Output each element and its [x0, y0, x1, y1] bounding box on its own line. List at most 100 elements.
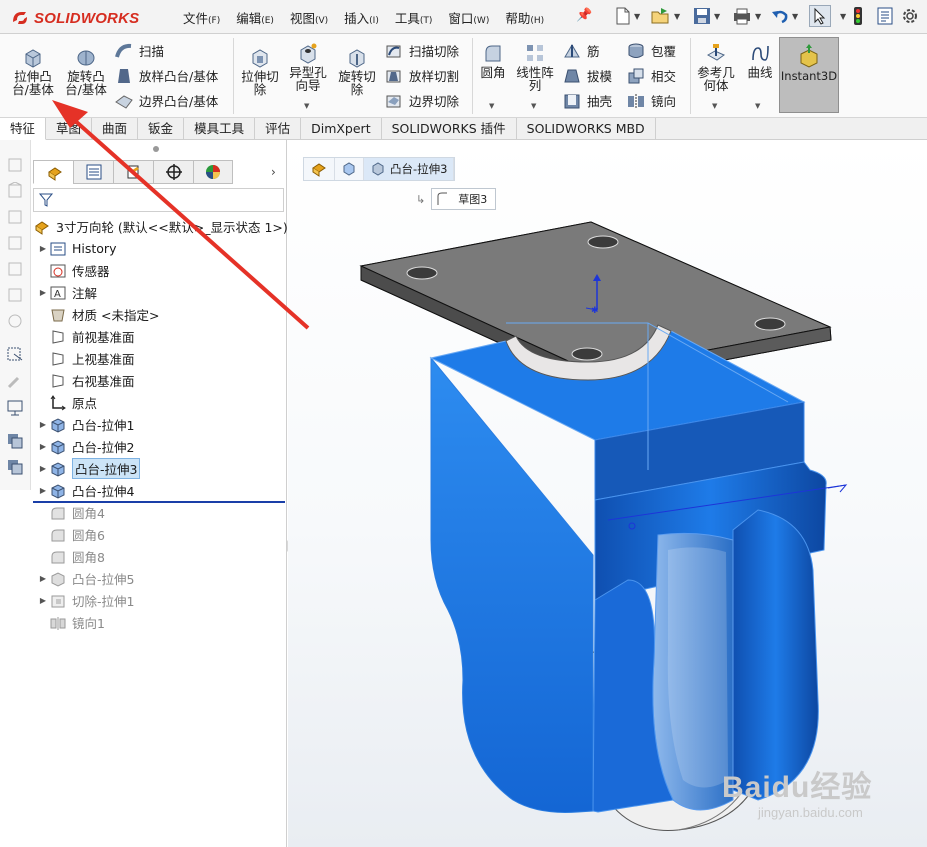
copy-tool-icon[interactable] — [6, 458, 24, 476]
extrude-boss-button[interactable]: 拉伸凸 台/基体 — [6, 46, 60, 96]
panel-grip[interactable] — [153, 146, 159, 152]
new-document-button[interactable]: ▼ — [614, 5, 640, 27]
menu-file[interactable]: 文件(F) — [183, 8, 220, 27]
sweep-button[interactable]: 扫描 — [114, 41, 164, 60]
tab-sheet-metal[interactable]: 钣金 — [138, 118, 185, 140]
save-button[interactable]: ▼ — [692, 5, 720, 27]
tree-filter[interactable] — [33, 188, 284, 212]
expand-arrow-icon[interactable]: ▶ — [37, 288, 49, 297]
options-gear-icon[interactable] — [900, 5, 920, 27]
feature-tree-tab[interactable] — [33, 160, 73, 184]
reference-geometry-dropdown[interactable]: ▼ — [712, 100, 717, 113]
tree-item-boss-extrude5[interactable]: ▶ 凸台-拉伸5 — [37, 568, 134, 589]
select-tool-icon[interactable] — [6, 346, 24, 364]
swept-cut-button[interactable]: 扫描切除 — [384, 41, 459, 60]
part-icon[interactable] — [6, 234, 24, 252]
dimxpert-tab[interactable] — [153, 160, 193, 184]
expand-arrow-icon[interactable]: ▶ — [37, 442, 49, 451]
expand-arrow-icon[interactable]: ▶ — [37, 464, 49, 473]
property-manager-tab[interactable] — [73, 160, 113, 184]
part-icon[interactable] — [6, 208, 24, 226]
tree-item-history[interactable]: ▶ History — [37, 238, 117, 259]
expand-arrow-icon[interactable]: ▶ — [37, 574, 49, 583]
menu-insert[interactable]: 插入(I) — [344, 8, 379, 27]
loft-boss-button[interactable]: 放样凸台/基体 — [114, 66, 218, 85]
display-manager-tab[interactable] — [193, 160, 233, 184]
menu-view[interactable]: 视图(V) — [290, 8, 328, 27]
tree-item-boss-extrude1[interactable]: ▶ 凸台-拉伸1 — [37, 414, 134, 435]
tree-item-mirror1[interactable]: 镜向1 — [37, 612, 105, 633]
solidworks-logo[interactable]: SOLIDWORKS — [10, 7, 139, 29]
rollback-bar[interactable] — [33, 501, 285, 503]
tool-icon[interactable] — [6, 372, 24, 390]
model-viewport[interactable]: ✱ — [288, 140, 927, 847]
tree-item-annotations[interactable]: ▶ A 注解 — [37, 282, 97, 303]
open-button[interactable]: ▼ — [650, 5, 680, 27]
menu-window[interactable]: 窗口(W) — [448, 8, 489, 27]
pin-icon[interactable]: 📌 — [576, 8, 592, 23]
tree-item-cut-extrude1[interactable]: ▶ 切除-拉伸1 — [37, 590, 135, 611]
menu-tools[interactable]: 工具(T) — [395, 8, 433, 27]
tree-item-fillet4[interactable]: 圆角4 — [37, 502, 105, 523]
revolve-boss-button[interactable]: 旋转凸 台/基体 — [60, 46, 112, 96]
tree-item-front-plane[interactable]: 前视基准面 — [37, 326, 135, 347]
menu-help[interactable]: 帮助(H) — [505, 8, 544, 27]
reference-geometry-button[interactable]: 参考几 何体 ▼ — [694, 42, 738, 110]
expand-arrow-icon[interactable]: ▶ — [37, 486, 49, 495]
linear-pattern-button[interactable]: 线性阵 列 ▼ — [512, 42, 558, 110]
rib-button[interactable]: 筋 — [562, 41, 600, 60]
tree-item-fillet6[interactable]: 圆角6 — [37, 524, 105, 545]
expand-arrow-icon[interactable]: ▶ — [37, 244, 49, 253]
tab-features[interactable]: 特征 — [0, 118, 47, 140]
revolve-cut-button[interactable]: 旋转切 除 — [334, 46, 380, 96]
print-button[interactable]: ▼ — [731, 5, 761, 27]
tab-solidworks-addins[interactable]: SOLIDWORKS 插件 — [382, 118, 517, 140]
tree-root[interactable]: 3寸万向轮 (默认<<默认>_显示状态 1>) — [33, 216, 288, 237]
tree-item-sensors[interactable]: 传感器 — [37, 260, 110, 281]
tree-item-material[interactable]: 材质 <未指定> — [37, 304, 159, 325]
instant3d-button[interactable]: Instant3D — [779, 37, 839, 113]
expand-arrow-icon[interactable]: ▶ — [37, 420, 49, 429]
tree-item-boss-extrude3[interactable]: ▶ 凸台-拉伸3 — [37, 458, 141, 479]
caster-bracket[interactable] — [429, 322, 848, 813]
boundary-cut-button[interactable]: 边界切除 — [384, 91, 459, 110]
select-button[interactable] — [809, 5, 831, 27]
file-properties-icon[interactable] — [876, 5, 894, 27]
part-icon[interactable] — [6, 260, 24, 278]
fillet-button[interactable]: 圆角 ▼ — [476, 42, 510, 110]
draft-button[interactable]: 拔模 — [562, 66, 612, 85]
tab-dimxpert[interactable]: DimXpert — [301, 118, 382, 140]
expand-arrow-icon[interactable]: ▶ — [37, 596, 49, 605]
tree-item-boss-extrude2[interactable]: ▶ 凸台-拉伸2 — [37, 436, 134, 457]
mirror-button[interactable]: 镜向 — [626, 91, 676, 110]
part-icon[interactable] — [6, 156, 24, 174]
tab-solidworks-mbd[interactable]: SOLIDWORKS MBD — [517, 118, 656, 140]
tab-mold-tools[interactable]: 模具工具 — [184, 118, 256, 140]
undo-button[interactable]: ▼ — [770, 5, 798, 27]
extrude-cut-button[interactable]: 拉伸切 除 — [237, 46, 283, 96]
more-tabs-chevron-icon[interactable]: › — [271, 165, 276, 179]
menu-edit[interactable]: 编辑(E) — [236, 8, 274, 27]
tab-surfaces[interactable]: 曲面 — [92, 118, 139, 140]
part-icon[interactable] — [6, 182, 24, 200]
tree-item-right-plane[interactable]: 右视基准面 — [37, 370, 135, 391]
curves-dropdown[interactable]: ▼ — [755, 100, 760, 113]
tree-item-fillet8[interactable]: 圆角8 — [37, 546, 105, 567]
shell-button[interactable]: 抽壳 — [562, 91, 612, 110]
display-tool-icon[interactable] — [6, 398, 24, 416]
part-icon[interactable] — [6, 312, 24, 330]
tab-evaluate[interactable]: 评估 — [255, 118, 302, 140]
rebuild-traffic-light-icon[interactable] — [852, 5, 864, 27]
intersect-button[interactable]: 相交 — [626, 66, 676, 85]
tree-item-boss-extrude4[interactable]: ▶ 凸台-拉伸4 — [37, 480, 134, 501]
boundary-boss-button[interactable]: 边界凸台/基体 — [114, 91, 218, 110]
copy-tool-icon[interactable] — [6, 432, 24, 450]
part-icon[interactable] — [6, 286, 24, 304]
tree-item-top-plane[interactable]: 上视基准面 — [37, 348, 135, 369]
configuration-tab[interactable] — [113, 160, 153, 184]
lofted-cut-button[interactable]: 放样切割 — [384, 66, 459, 85]
curves-button[interactable]: 曲线 ▼ — [742, 42, 778, 110]
graphics-area[interactable]: 凸台-拉伸3 ↳ 草图3 ✱ Baidu经验 jingyan.baidu.com — [288, 140, 927, 847]
tab-sketch[interactable]: 草图 — [46, 118, 93, 140]
hole-wizard-dropdown[interactable]: ▼ — [304, 100, 309, 113]
